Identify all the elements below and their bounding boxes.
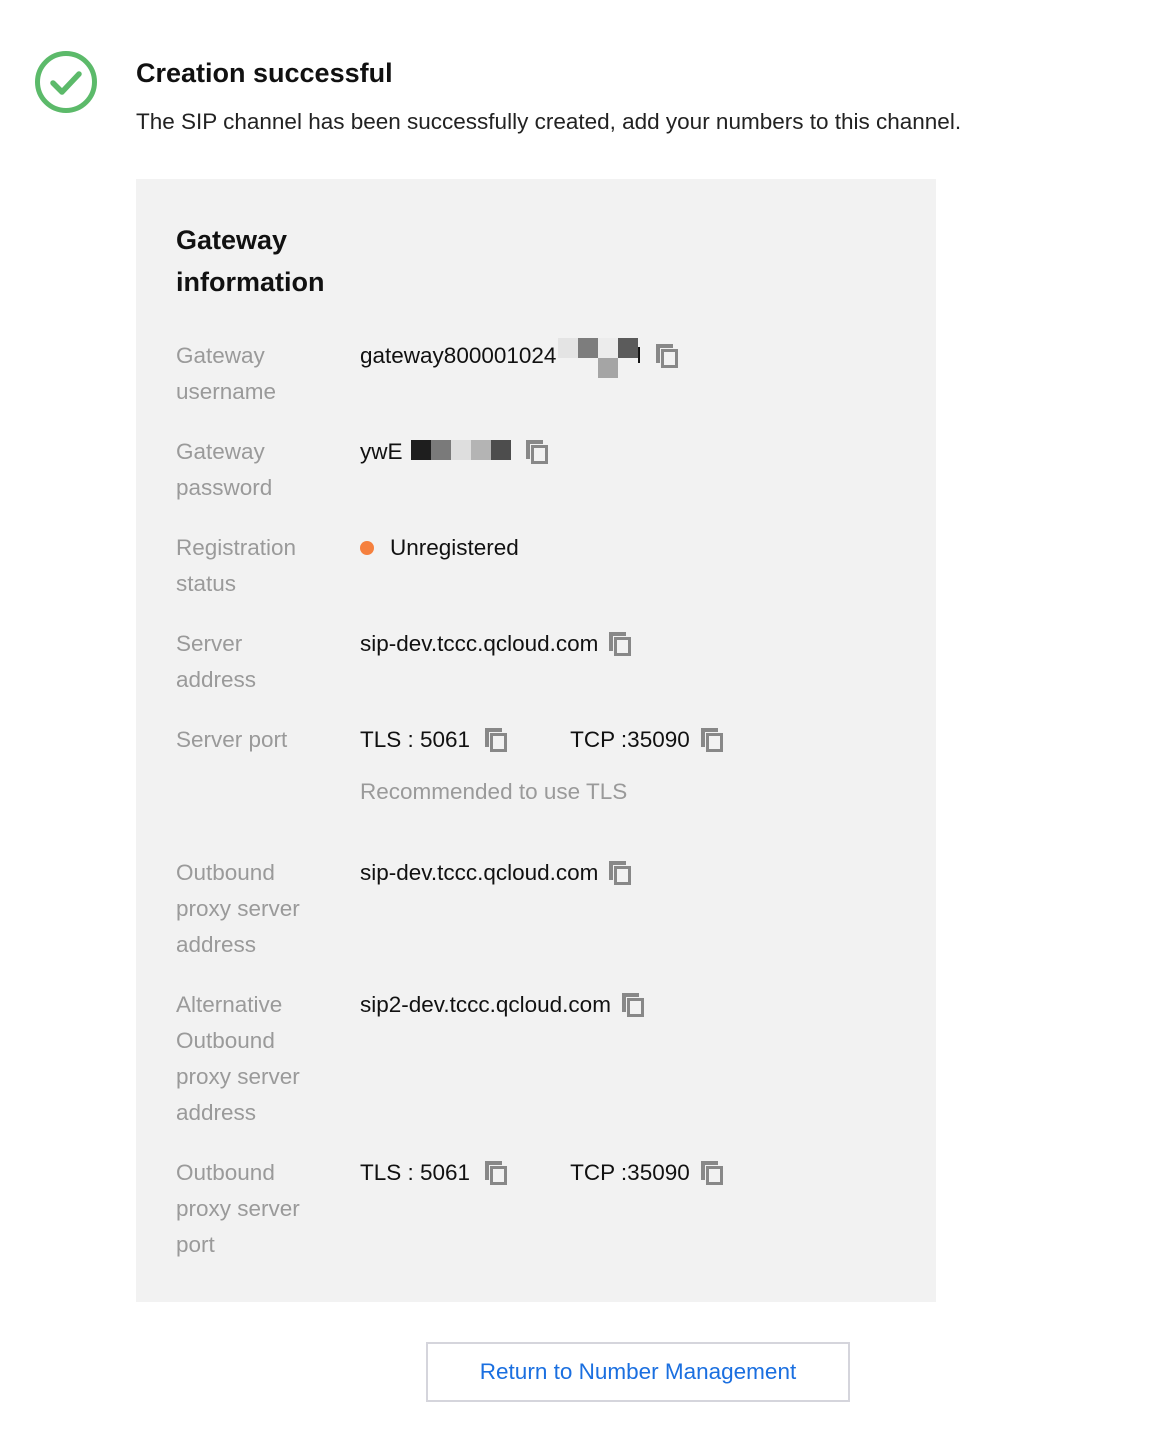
copy-icon[interactable]	[655, 343, 679, 369]
outbound-proxy-port-label: Outbound proxy server port	[176, 1160, 300, 1257]
tcp-port: TCP :35090	[570, 722, 724, 758]
outbound-proxy-address-label: Outbound proxy server address	[176, 860, 300, 957]
check-circle-icon	[34, 50, 98, 114]
registration-status-value: Unregistered	[360, 530, 519, 566]
gateway-password-value: ywE	[360, 434, 549, 470]
panel-title: Gateway information	[176, 225, 325, 297]
copy-icon[interactable]	[484, 1160, 508, 1186]
server-port-value: TLS : 5061 TCP :35090	[360, 722, 724, 758]
status-dot	[360, 541, 374, 555]
redacted-mask	[556, 338, 639, 378]
tls-port: TLS : 5061	[360, 1155, 508, 1191]
copy-icon[interactable]	[484, 727, 508, 753]
copy-icon[interactable]	[621, 992, 645, 1018]
outbound-proxy-address-text: sip-dev.tccc.qcloud.com	[360, 860, 599, 885]
tcp-port: TCP :35090	[570, 1155, 724, 1191]
gateway-info-panel: Gateway information Gateway username gat…	[136, 179, 936, 1302]
page-description: The SIP channel has been successfully cr…	[136, 109, 962, 134]
server-address-value: sip-dev.tccc.qcloud.com	[360, 626, 632, 662]
copy-icon[interactable]	[525, 439, 549, 465]
return-to-number-management-button[interactable]: Return to Number Management	[426, 1342, 850, 1402]
tls-port-text: TLS : 5061	[360, 727, 471, 752]
gateway-password-label: Gateway password	[176, 439, 273, 500]
server-port-label: Server port	[176, 727, 288, 752]
page-title: Creation successful	[136, 58, 393, 88]
tcp-port-text: TCP :35090	[570, 1160, 690, 1185]
tls-port: TLS : 5061	[360, 722, 508, 758]
status-badge: Unregistered	[390, 535, 519, 560]
server-address-label: Server address	[176, 631, 257, 692]
registration-status-label: Registration status	[176, 535, 297, 596]
redacted-mask	[410, 434, 519, 470]
tls-recommendation-hint: Recommended to use TLS	[360, 779, 628, 804]
copy-icon[interactable]	[608, 860, 632, 886]
tcp-port-text: TCP :35090	[570, 727, 690, 752]
gateway-password-prefix: ywE	[360, 439, 403, 464]
alt-outbound-proxy-address-text: sip2-dev.tccc.qcloud.com	[360, 992, 611, 1017]
tls-port-text: TLS : 5061	[360, 1160, 471, 1185]
gateway-username-value: gateway800001024 l	[360, 338, 679, 378]
alt-outbound-proxy-address-label: Alternative Outbound proxy server addres…	[176, 992, 300, 1125]
server-address-text: sip-dev.tccc.qcloud.com	[360, 631, 599, 656]
outbound-proxy-address-value: sip-dev.tccc.qcloud.com	[360, 855, 632, 891]
copy-icon[interactable]	[700, 1160, 724, 1186]
copy-icon[interactable]	[608, 631, 632, 657]
copy-icon[interactable]	[700, 727, 724, 753]
outbound-proxy-port-value: TLS : 5061 TCP :35090	[360, 1155, 724, 1191]
gateway-username-label: Gateway username	[176, 343, 277, 404]
gateway-username-prefix: gateway800001024	[360, 343, 557, 368]
alt-outbound-proxy-address-value: sip2-dev.tccc.qcloud.com	[360, 987, 645, 1023]
